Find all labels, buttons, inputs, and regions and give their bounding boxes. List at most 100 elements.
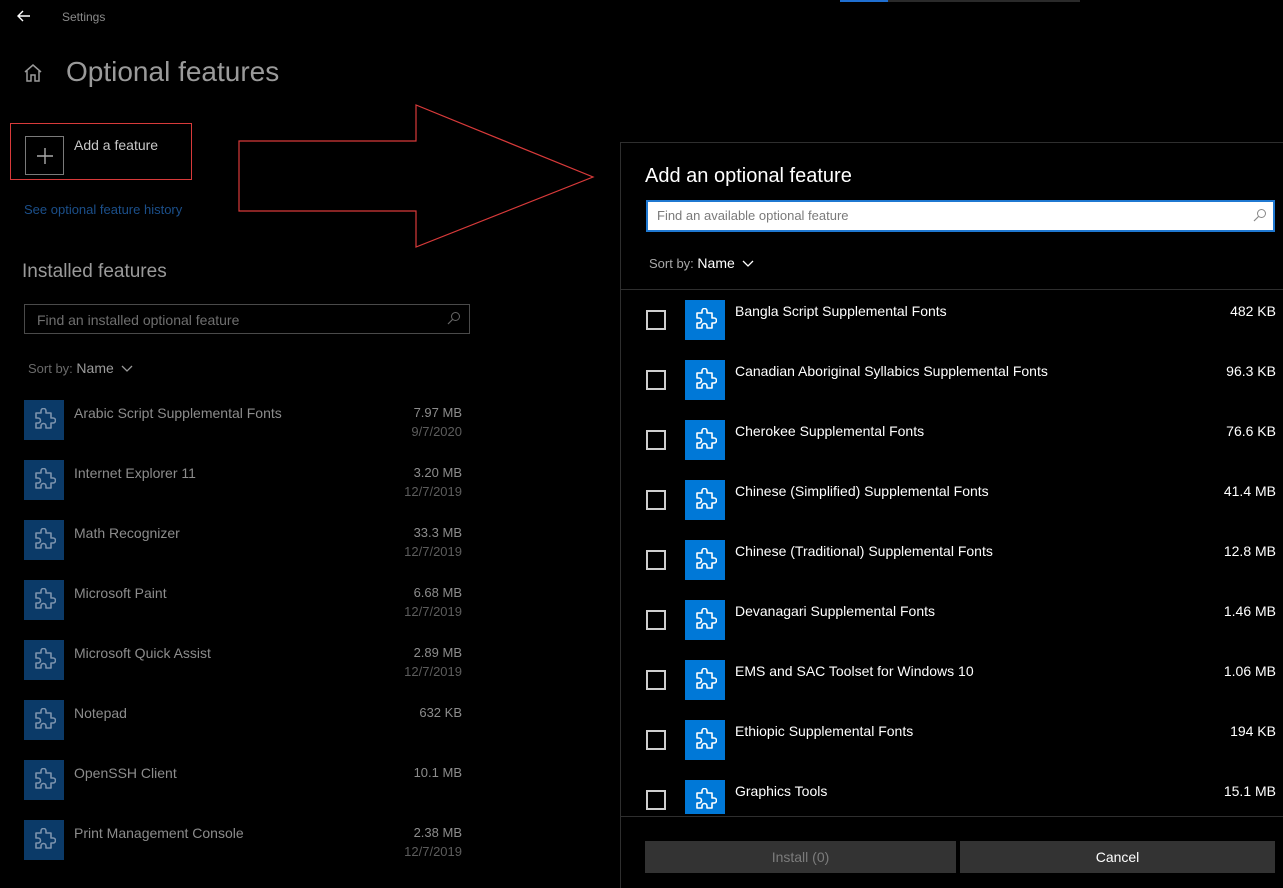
search-icon: [1253, 209, 1266, 222]
feature-name: Bangla Script Supplemental Fonts: [735, 303, 947, 319]
puzzle-icon: [35, 828, 56, 849]
feature-name: Print Management Console: [74, 825, 244, 841]
installed-feature-item[interactable]: Arabic Script Supplemental Fonts 7.97 MB 9…: [24, 397, 464, 457]
feature-size: 482 KB: [1230, 303, 1276, 319]
available-feature-item[interactable]: Ethiopic Supplemental Fonts 194 KB: [621, 711, 1283, 771]
feature-size: 2.89 MB: [413, 645, 462, 660]
feature-size: 10.1 MB: [413, 765, 462, 780]
available-feature-item[interactable]: EMS and SAC Toolset for Windows 10 1.06 M…: [621, 651, 1283, 711]
feature-size: 96.3 KB: [1226, 363, 1276, 379]
feature-checkbox[interactable]: [646, 430, 666, 450]
puzzle-icon: [696, 308, 717, 329]
feature-size: 1.46 MB: [1223, 603, 1276, 619]
feature-size: 1.06 MB: [1223, 663, 1276, 679]
available-feature-item[interactable]: Bangla Script Supplemental Fonts 482 KB: [621, 291, 1283, 351]
sort-label: Sort by:: [28, 361, 73, 376]
installed-feature-item[interactable]: OpenSSH Client 10.1 MB: [24, 757, 464, 817]
feature-size: 41.4 MB: [1223, 483, 1276, 499]
available-feature-item[interactable]: Chinese (Traditional) Supplemental Fonts…: [621, 531, 1283, 591]
feature-checkbox[interactable]: [646, 670, 666, 690]
installed-feature-item[interactable]: Microsoft Paint 6.68 MB 12/7/2019: [24, 577, 464, 637]
add-feature-button[interactable]: Add a feature: [10, 123, 192, 180]
puzzle-icon: [696, 608, 717, 629]
feature-icon-tile: [24, 760, 64, 800]
feature-icon-tile: [24, 460, 64, 500]
sort-label: Sort by:: [649, 256, 694, 271]
available-feature-item[interactable]: Chinese (Simplified) Supplemental Fonts 4…: [621, 471, 1283, 531]
installed-features-heading: Installed features: [22, 261, 167, 282]
available-feature-item[interactable]: Graphics Tools 15.1 MB: [621, 771, 1283, 814]
sort-value: Name: [697, 255, 735, 271]
home-button[interactable]: [22, 62, 46, 84]
puzzle-icon: [696, 548, 717, 569]
divider: [621, 289, 1283, 290]
feature-icon-tile: [685, 660, 725, 700]
add-optional-feature-panel: Add an optional feature Find an availabl…: [620, 142, 1283, 888]
puzzle-icon: [35, 528, 56, 549]
available-sort-dropdown[interactable]: Sort by: Name: [649, 255, 754, 271]
feature-name: Cherokee Supplemental Fonts: [735, 423, 925, 439]
installed-feature-item[interactable]: Internet Explorer 11 3.20 MB 12/7/2019: [24, 457, 464, 517]
installed-feature-item[interactable]: Math Recognizer 33.3 MB 12/7/2019: [24, 517, 464, 577]
installed-feature-item[interactable]: Microsoft Quick Assist 2.89 MB 12/7/2019: [24, 637, 464, 697]
feature-icon-tile: [24, 580, 64, 620]
feature-checkbox[interactable]: [646, 310, 666, 330]
page-title: Optional features: [66, 56, 280, 87]
home-icon: [24, 64, 42, 82]
feature-install-date: 12/7/2019: [404, 484, 462, 499]
feature-install-date: 9/7/2020: [411, 424, 462, 439]
available-feature-item[interactable]: Cherokee Supplemental Fonts 76.6 KB: [621, 411, 1283, 471]
feature-size: 632 KB: [419, 705, 462, 720]
feature-icon-tile: [24, 640, 64, 680]
feature-name: Math Recognizer: [74, 525, 180, 541]
feature-icon-tile: [685, 480, 725, 520]
feature-size: 6.68 MB: [413, 585, 462, 600]
feature-name: Internet Explorer 11: [74, 465, 196, 481]
feature-history-link[interactable]: See optional feature history: [24, 202, 182, 217]
installed-feature-item[interactable]: Notepad 632 KB: [24, 697, 464, 757]
puzzle-icon: [35, 588, 56, 609]
available-feature-item[interactable]: Devanagari Supplemental Fonts 1.46 MB: [621, 591, 1283, 651]
available-search-placeholder: Find an available optional feature: [657, 208, 849, 223]
feature-icon-tile: [24, 820, 64, 860]
feature-checkbox[interactable]: [646, 730, 666, 750]
sort-value: Name: [76, 360, 114, 376]
install-button[interactable]: Install (0): [645, 841, 956, 873]
feature-name: Microsoft Quick Assist: [74, 645, 211, 661]
puzzle-icon: [35, 648, 56, 669]
feature-size: 33.3 MB: [413, 525, 462, 540]
feature-install-date: 12/7/2019: [404, 664, 462, 679]
feature-icon-tile: [685, 600, 725, 640]
feature-name: Notepad: [74, 705, 127, 721]
chevron-down-icon: [742, 260, 754, 267]
installed-feature-item[interactable]: Print Management Console 2.38 MB 12/7/2019: [24, 817, 464, 877]
available-feature-item[interactable]: Canadian Aboriginal Syllabics Supplement…: [621, 351, 1283, 411]
feature-checkbox[interactable]: [646, 370, 666, 390]
installed-search-placeholder: Find an installed optional feature: [37, 312, 240, 328]
feature-size: 194 KB: [1230, 723, 1276, 739]
feature-checkbox[interactable]: [646, 790, 666, 810]
available-search-input[interactable]: Find an available optional feature: [646, 200, 1275, 232]
feature-name: Microsoft Paint: [74, 585, 167, 601]
puzzle-icon: [35, 768, 56, 789]
divider: [621, 816, 1283, 817]
chevron-down-icon: [121, 365, 133, 372]
installed-sort-dropdown[interactable]: Sort by: Name: [28, 360, 133, 376]
loading-progress-bar: [840, 0, 1080, 2]
feature-checkbox[interactable]: [646, 610, 666, 630]
puzzle-icon: [35, 408, 56, 429]
add-feature-label: Add a feature: [74, 137, 159, 153]
cancel-button[interactable]: Cancel: [960, 841, 1275, 873]
feature-icon-tile: [685, 300, 725, 340]
puzzle-icon: [35, 708, 56, 729]
back-button[interactable]: [8, 4, 40, 28]
puzzle-icon: [696, 788, 717, 809]
feature-checkbox[interactable]: [646, 490, 666, 510]
feature-size: 3.20 MB: [413, 465, 462, 480]
feature-icon-tile: [685, 420, 725, 460]
installed-search-input[interactable]: Find an installed optional feature: [24, 304, 470, 334]
feature-icon-tile: [24, 400, 64, 440]
feature-checkbox[interactable]: [646, 550, 666, 570]
annotation-arrow: [238, 104, 595, 248]
available-features-list: Bangla Script Supplemental Fonts 482 KB Ca…: [621, 291, 1283, 814]
